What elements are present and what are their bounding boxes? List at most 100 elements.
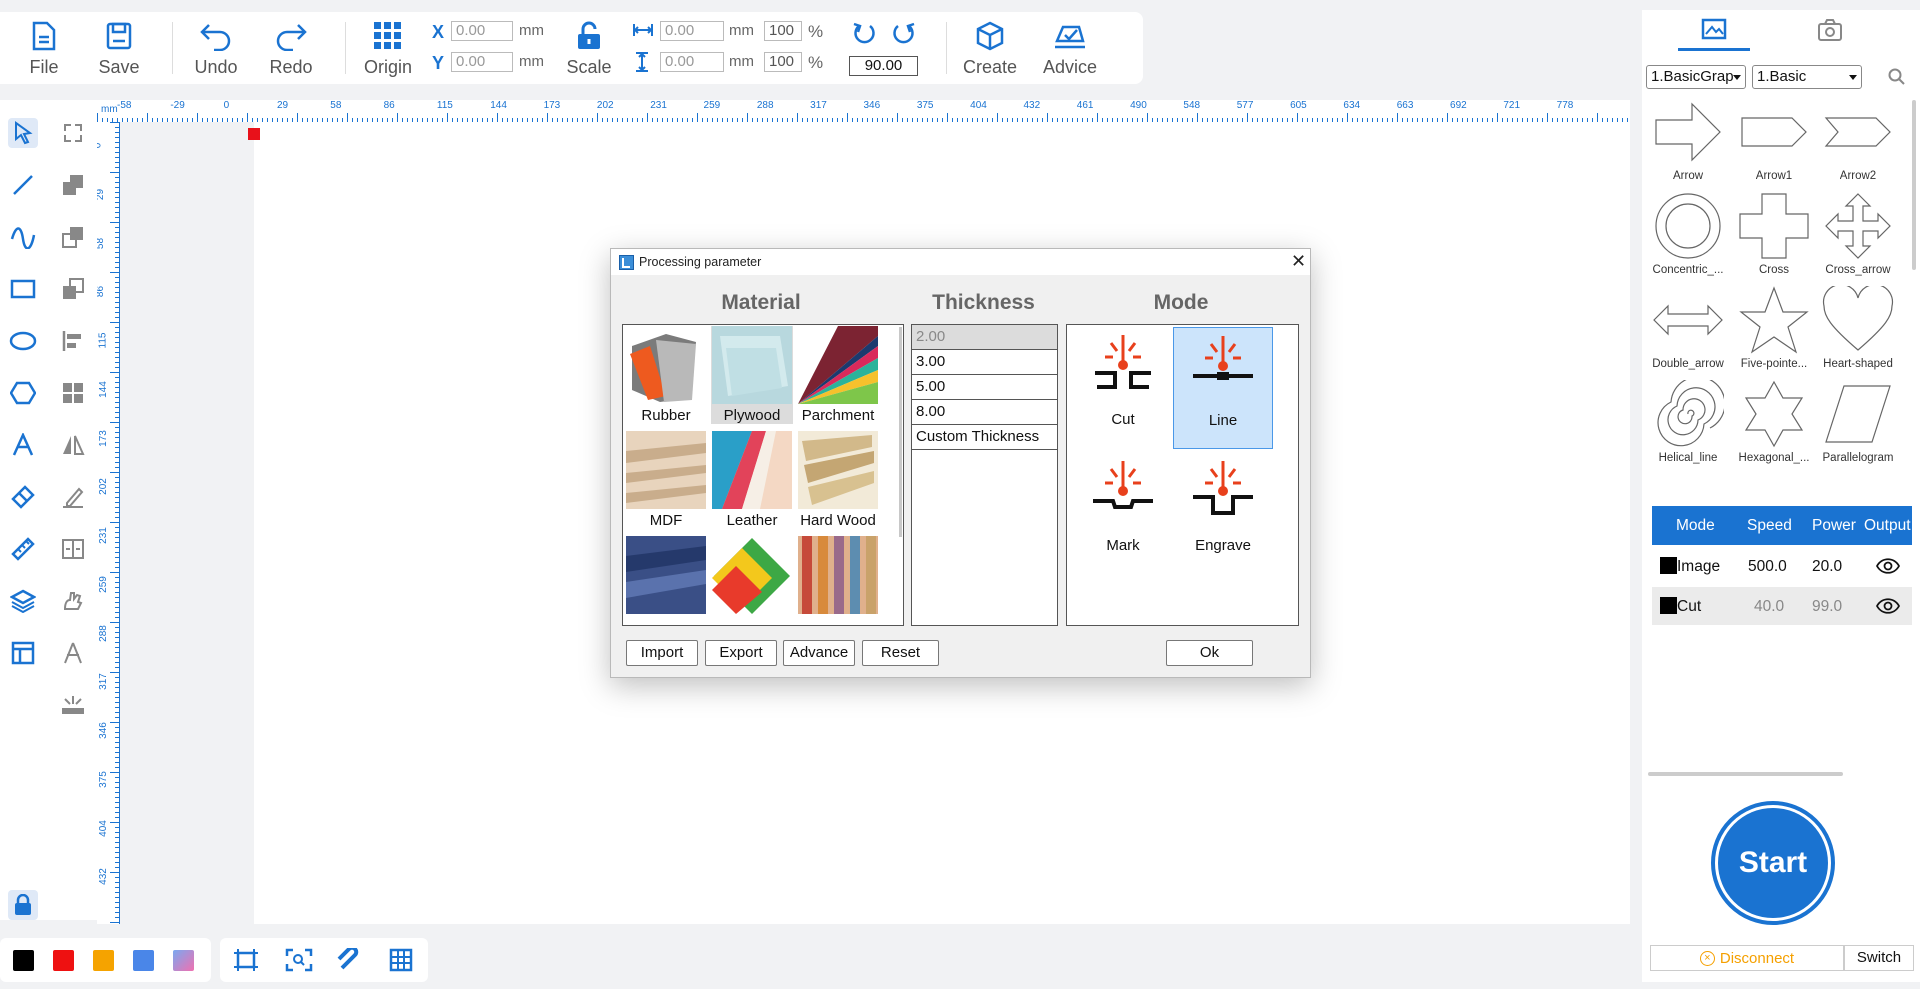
ellipse-tool[interactable] [8, 326, 38, 356]
layers-scrollbar[interactable] [1648, 772, 1843, 776]
subtract-tool[interactable] [58, 222, 88, 252]
ok-button[interactable]: Ok [1166, 640, 1253, 666]
template-tool[interactable] [8, 638, 38, 668]
close-icon[interactable]: ✕ [1291, 251, 1306, 272]
start-button[interactable]: Start [1711, 801, 1835, 925]
pen-draw-tool[interactable] [58, 638, 88, 668]
disconnect-status[interactable]: × Disconnect [1650, 945, 1844, 971]
rotation-input[interactable]: 90.00 [849, 56, 918, 76]
node-edit-tool[interactable] [58, 118, 88, 148]
origin-marker[interactable] [248, 128, 260, 140]
search-icon[interactable] [1888, 68, 1906, 86]
left-ruler[interactable]: 0 29 58 86 115 144 173 202 231 259 288 317 346 375 404… [97, 122, 120, 924]
line-tool[interactable] [8, 170, 38, 200]
material-leather[interactable]: Leather [711, 431, 793, 529]
shape-arrow[interactable]: Arrow [1646, 98, 1730, 192]
material-scrollbar[interactable] [899, 327, 902, 537]
rotate-cw-icon[interactable] [891, 20, 917, 46]
height-input[interactable]: 0.00 [660, 52, 724, 72]
eraser-tool[interactable] [8, 482, 38, 512]
category-dropdown[interactable]: 1.Basic [1752, 65, 1862, 89]
curve-tool[interactable] [8, 222, 38, 252]
material-plywood[interactable]: Plywood [711, 326, 793, 424]
measure-angle-tool[interactable] [58, 482, 88, 512]
mode-engrave[interactable]: Engrave [1173, 453, 1273, 575]
reset-button[interactable]: Reset [862, 640, 939, 666]
redo-button[interactable]: Redo [265, 12, 317, 84]
shape-parallelogram[interactable]: Parallelogram [1816, 380, 1900, 474]
advance-button[interactable]: Advance [783, 640, 855, 666]
grid-icon[interactable] [389, 948, 413, 972]
layer-color-swatch[interactable] [1660, 597, 1677, 614]
scale-lock-button[interactable]: Scale [562, 12, 616, 84]
polygon-tool[interactable] [8, 378, 38, 408]
material-acrylic[interactable] [711, 536, 793, 617]
zoom-select-icon[interactable] [285, 948, 313, 972]
mode-cut[interactable]: Cut [1073, 327, 1173, 449]
shape-five-pointed-star[interactable]: Five-pointe... [1732, 286, 1816, 380]
layer-row-cut[interactable]: Cut 40.0 99.0 [1652, 587, 1912, 625]
material-cardboard[interactable] [797, 536, 879, 617]
color-swatch-red[interactable] [53, 950, 74, 971]
mode-mark[interactable]: Mark [1073, 453, 1173, 575]
switch-button[interactable]: Switch [1844, 945, 1914, 971]
camera-tab-icon[interactable] [1817, 18, 1843, 42]
shape-cross[interactable]: Cross [1732, 192, 1816, 286]
width-percent-input[interactable]: 100 [764, 21, 802, 41]
thickness-option[interactable]: 8.00 [912, 400, 1057, 425]
shape-arrow1[interactable]: Arrow1 [1732, 98, 1816, 192]
shape-heart[interactable]: Heart-shaped [1816, 286, 1900, 380]
layer-color-swatch[interactable] [1660, 557, 1677, 574]
shape-arrow2[interactable]: Arrow2 [1816, 98, 1900, 192]
material-mdf[interactable]: MDF [625, 431, 707, 529]
text-tool[interactable] [8, 430, 38, 460]
array-tool[interactable] [58, 378, 88, 408]
shape-hexagonal-star[interactable]: Hexagonal_... [1732, 380, 1816, 474]
library-dropdown[interactable]: 1.BasicGrap [1646, 65, 1746, 89]
color-swatch-blue[interactable] [133, 950, 154, 971]
rotate-ccw-icon[interactable] [851, 20, 877, 46]
shape-double-arrow[interactable]: Double_arrow [1646, 286, 1730, 380]
export-button[interactable]: Export [705, 640, 777, 666]
select-tool[interactable] [8, 118, 38, 148]
save-button[interactable]: Save [94, 12, 144, 84]
eye-visible-icon[interactable] [1876, 597, 1900, 615]
origin-button[interactable]: Origin [360, 12, 416, 84]
thickness-option[interactable]: 5.00 [912, 375, 1057, 400]
mode-line[interactable]: Line [1173, 327, 1273, 449]
thickness-option[interactable]: 2.00 [912, 325, 1057, 350]
material-fabric[interactable] [625, 536, 707, 617]
image-tab-icon[interactable] [1701, 18, 1727, 42]
material-hard-wood[interactable]: Hard Wood [797, 431, 879, 529]
material-rubber[interactable]: Rubber [625, 326, 707, 424]
layer-row-image[interactable]: Image 500.0 20.0 [1652, 547, 1912, 585]
height-percent-input[interactable]: 100 [764, 52, 802, 72]
x-coord-input[interactable]: 0.00 [451, 21, 513, 41]
ruler-tool[interactable] [8, 534, 38, 564]
align-tool[interactable] [58, 326, 88, 356]
y-coord-input[interactable]: 0.00 [451, 52, 513, 72]
layers-tool[interactable] [8, 586, 38, 616]
thickness-custom-option[interactable]: Custom Thickness [912, 425, 1057, 450]
width-input[interactable]: 0.00 [660, 21, 724, 41]
material-parchment[interactable]: Parchment [797, 326, 879, 424]
fit-frame-icon[interactable] [233, 948, 259, 972]
color-swatch-orange[interactable] [93, 950, 114, 971]
file-button[interactable]: File [20, 12, 68, 84]
distribute-tool[interactable] [58, 534, 88, 564]
shape-cross-arrow[interactable]: Cross_arrow [1816, 192, 1900, 286]
color-swatch-gradient[interactable] [173, 950, 194, 971]
advice-button[interactable]: Advice [1038, 12, 1102, 84]
shape-helical-line[interactable]: Helical_line [1646, 380, 1730, 474]
create-button[interactable]: Create [960, 12, 1020, 84]
lock-tool[interactable] [8, 890, 38, 920]
thickness-option[interactable]: 3.00 [912, 350, 1057, 375]
eye-visible-icon[interactable] [1876, 557, 1900, 575]
color-swatch-black[interactable] [13, 950, 34, 971]
hand-tool[interactable] [58, 586, 88, 616]
intersect-tool[interactable] [58, 274, 88, 304]
undo-button[interactable]: Undo [190, 12, 242, 84]
import-button[interactable]: Import [626, 640, 698, 666]
laser-tool[interactable] [58, 690, 88, 720]
top-ruler[interactable]: mm -58 -29 0 29 58 86 115 144 173 202 231 259 288 317… [97, 100, 1630, 123]
